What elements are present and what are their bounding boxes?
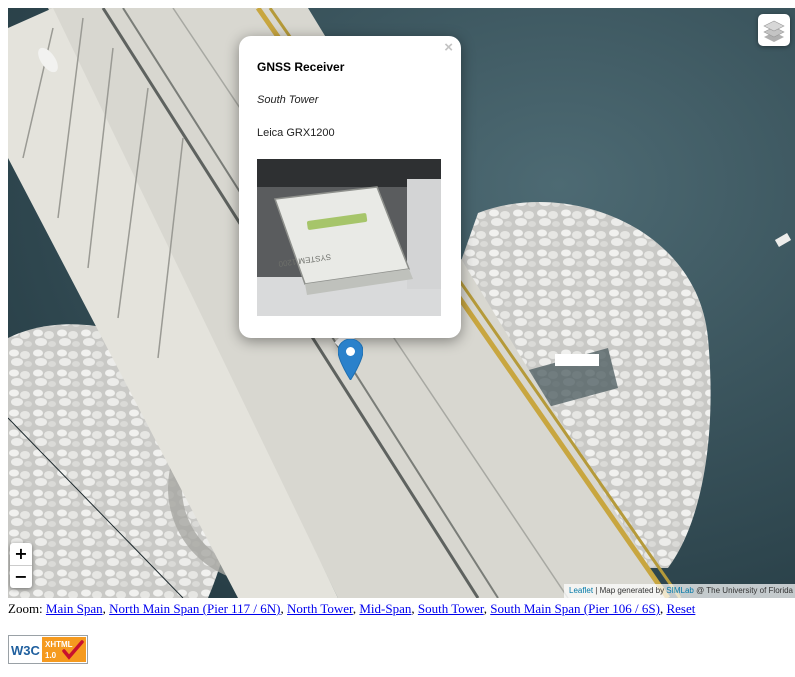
leaflet-link[interactable]: Leaflet bbox=[569, 586, 593, 595]
attribution-suffix: @ The University of Florida bbox=[693, 586, 793, 595]
zoom-prefix: Zoom: bbox=[8, 601, 46, 616]
popup-model: Leica GRX1200 bbox=[257, 127, 335, 139]
popup-location: South Tower bbox=[257, 94, 319, 106]
xhtml-version: 1.0 bbox=[45, 651, 57, 660]
zoom-control: + − bbox=[10, 543, 32, 588]
layers-icon bbox=[763, 20, 785, 42]
receiver-photo: SYSTEM 1200 bbox=[257, 159, 441, 316]
w3c-xhtml-validator-badge[interactable]: W3C XHTML 1.0 bbox=[8, 635, 88, 664]
map-attribution: Leaflet | Map generated by SIMLab @ The … bbox=[564, 584, 795, 598]
xhtml-label: XHTML bbox=[45, 640, 73, 649]
simlab-link[interactable]: SIMLab bbox=[666, 586, 694, 595]
marker-popup: × GNSS Receiver South Tower Leica GRX120… bbox=[239, 36, 599, 366]
popup-tip-cover bbox=[555, 354, 599, 366]
w3c-logo: W3C bbox=[11, 643, 41, 658]
attribution-prefix: Map generated by bbox=[599, 586, 667, 595]
zoom-link-reset[interactable]: Reset bbox=[666, 601, 695, 616]
zoom-link-main-span[interactable]: Main Span bbox=[46, 601, 103, 616]
popup-title: GNSS Receiver bbox=[257, 60, 345, 74]
layers-control-button[interactable] bbox=[758, 14, 790, 46]
zoom-out-button[interactable]: − bbox=[10, 566, 32, 588]
zoom-link-mid-span[interactable]: Mid-Span bbox=[359, 601, 411, 616]
popup-close-button[interactable]: × bbox=[444, 39, 453, 56]
zoom-in-button[interactable]: + bbox=[10, 543, 32, 566]
zoom-link-north-main-span[interactable]: North Main Span (Pier 117 / 6N) bbox=[109, 601, 280, 616]
zoom-link-south-main-span[interactable]: South Main Span (Pier 106 / 6S) bbox=[490, 601, 660, 616]
map-view[interactable]: × GNSS Receiver South Tower Leica GRX120… bbox=[8, 8, 795, 598]
zoom-link-south-tower[interactable]: South Tower bbox=[418, 601, 484, 616]
zoom-link-north-tower[interactable]: North Tower bbox=[287, 601, 353, 616]
zoom-navigation: Zoom: Main Span, North Main Span (Pier 1… bbox=[8, 601, 696, 616]
map-pin-icon[interactable] bbox=[338, 339, 363, 380]
